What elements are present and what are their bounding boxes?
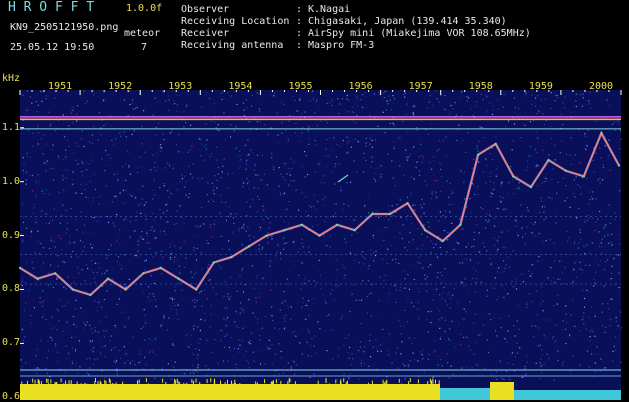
trace-point [353,229,356,232]
trace-point [371,212,374,216]
trace-point [247,245,251,248]
info-value-antenna: Maspro FM-3 [308,40,375,51]
y-tick-label: 0.7 [2,337,21,349]
trace-point [195,288,198,291]
trace-point [529,185,533,189]
trace-point [18,266,22,269]
info-value-location: Chigasaki, Japan (139.414 35.340) [308,16,507,27]
trace-point [318,234,321,237]
y-tick-label: 0.6 [2,391,21,402]
trace-point [565,169,568,172]
trace-point [212,261,215,264]
trace-point [512,175,515,178]
trace-point [617,164,621,167]
x-tick-label: 1953 [168,81,193,92]
trace-point [600,132,603,135]
trace-point [300,223,303,226]
meteor-count: 7 [141,42,148,53]
trace-point [336,223,339,226]
x-tick-label: 1956 [348,81,373,92]
trace-point [477,153,480,156]
trace-point [230,256,233,259]
x-tick-label: 1958 [468,81,493,92]
trace-point [388,212,392,216]
info-colon: : [296,16,303,27]
trace-point [159,266,162,269]
trace-point [547,159,550,162]
trace-point [459,223,462,226]
plot-background [20,90,621,400]
trace-point [265,234,268,237]
trace-point [107,277,110,280]
info-label-receiver: Receiver [181,28,230,39]
trace-point [177,277,180,280]
x-tick-label: 2000 [588,81,614,92]
trace-point [89,293,92,296]
info-label-antenna: Receiving antenna [181,40,284,51]
y-tick-label: 0.9 [2,229,21,241]
x-tick-label: 1957 [408,81,433,92]
trace-point [582,175,585,178]
info-colon: : [296,40,303,51]
logo-text: H R O F F T [8,0,95,15]
spectrogram-plot [18,90,622,400]
info-value-receiver: AirSpy mini (Miakejima VOR 108.65MHz) [308,28,531,39]
hrofft-screen: H R O F F T 1.0.0f KN9_2505121950.png me… [0,0,629,402]
y-tick-label: 0.8 [2,283,21,295]
x-tick-label: 1954 [228,81,253,92]
meteor-label: meteor [124,28,161,39]
trace-point [494,142,497,145]
info-label-location: Receiving Location [181,16,290,27]
trace-point [283,229,286,232]
x-tick-label: 1959 [528,81,553,92]
y-tick-label: 1.1 [2,121,21,133]
x-tick-label: 1952 [108,81,133,92]
trace-point [124,288,127,291]
filename-label: KN9_2505121950.png [10,22,119,33]
trace-point [406,202,409,205]
info-colon: : [296,28,303,39]
datetime-label: 25.05.12 19:50 [10,42,95,53]
trace-point [71,288,74,291]
x-tick-label: 1951 [48,81,73,92]
y-tick-label: 1.0 [2,175,21,187]
version-label: 1.0.0f [126,3,163,14]
info-label-observer: Observer [181,4,230,15]
x-tick-label: 1955 [288,81,313,92]
trace-point [142,272,145,275]
trace-point [54,272,57,275]
info-value-observer: K.Nagai [308,4,351,15]
info-colon: : [296,4,303,15]
trace-point [424,229,427,232]
trace-point [441,239,444,243]
trace-point [36,277,39,280]
